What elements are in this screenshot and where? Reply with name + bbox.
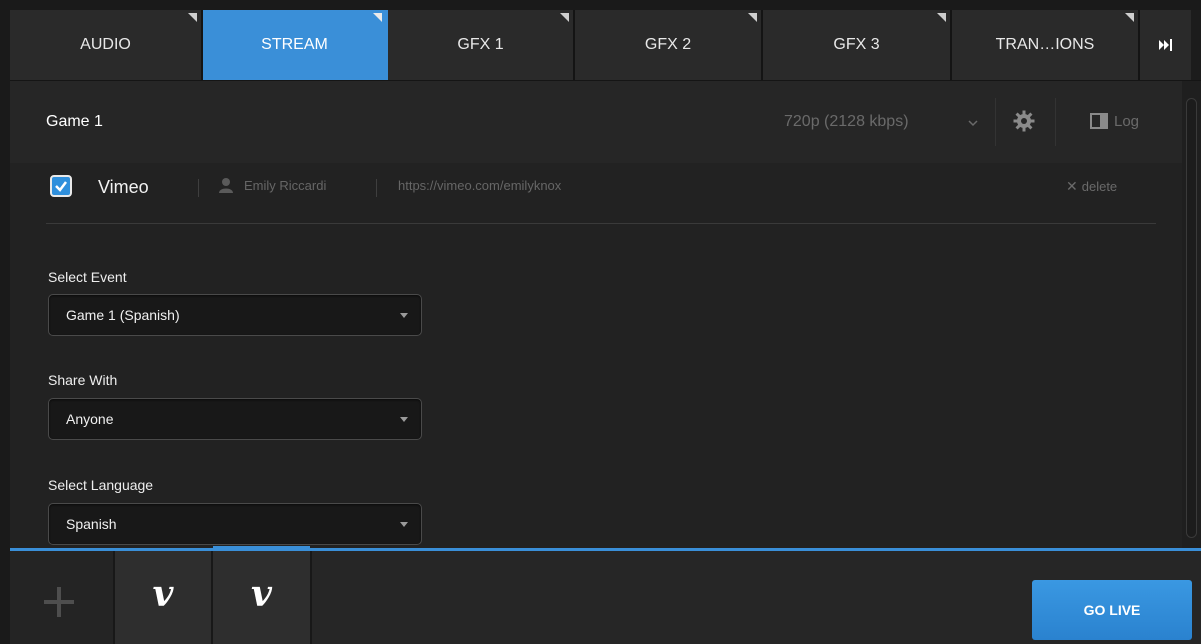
add-destination-button[interactable] [10, 551, 115, 644]
tab-label: STREAM [261, 36, 328, 53]
delete-label: delete [1081, 179, 1118, 194]
tab-gfx-1[interactable]: GFX 1 [388, 10, 575, 80]
delete-button[interactable]: ✕ delete [1066, 178, 1117, 195]
stream-panel: AUDIO STREAM GFX 1 GFX 2 GFX 3 TRAN…IONS [10, 10, 1201, 644]
log-panel-icon[interactable] [1090, 113, 1108, 129]
enable-checkbox[interactable] [50, 175, 72, 197]
vimeo-logo-icon: v [152, 573, 174, 615]
tab-scroll-button[interactable] [1140, 10, 1191, 80]
chevron-down-icon [400, 417, 408, 422]
close-icon: ✕ [1066, 178, 1078, 194]
service-row: Vimeo Emily Riccardi https://vimeo.com/e… [46, 163, 1156, 224]
vimeo-logo-icon: v [251, 573, 272, 615]
destination-vimeo-2[interactable]: v [213, 546, 312, 644]
event-select[interactable]: Game 1 (Spanish) [48, 294, 422, 336]
stream-header: Game 1 720p (2128 kbps) Log [10, 81, 1182, 163]
tab-label: GFX 2 [644, 36, 692, 53]
service-name: Vimeo [98, 177, 149, 197]
skip-forward-icon [1158, 39, 1172, 51]
tab-bar: AUDIO STREAM GFX 1 GFX 2 GFX 3 TRAN…IONS [10, 10, 1201, 81]
divider [198, 179, 199, 197]
share-with-select[interactable]: Anyone [48, 398, 422, 440]
tab-corner-icon [937, 13, 946, 22]
tab-corner-icon [188, 13, 197, 22]
active-indicator [213, 546, 310, 551]
divider [995, 98, 996, 146]
tab-transitions[interactable]: TRAN…IONS [952, 10, 1140, 80]
user-icon [219, 178, 233, 193]
stream-settings: Vimeo Emily Riccardi https://vimeo.com/e… [10, 163, 1182, 548]
language-select[interactable]: Spanish [48, 503, 422, 545]
destination-vimeo-1[interactable]: v [115, 551, 213, 644]
tab-label: AUDIO [80, 36, 131, 53]
tab-label: TRAN…IONS [995, 36, 1095, 53]
tab-corner-icon [1125, 13, 1134, 22]
checkmark-icon [55, 181, 67, 192]
channel-url[interactable]: https://vimeo.com/emilyknox [398, 178, 561, 193]
share-with-value: Anyone [66, 411, 114, 427]
tab-corner-icon [748, 13, 757, 22]
tab-corner-icon [373, 13, 382, 22]
tab-label: GFX 3 [833, 36, 880, 53]
page-title: Game 1 [46, 113, 103, 130]
share-with-label: Share With [48, 372, 118, 388]
chevron-down-icon [400, 313, 408, 318]
tab-stream[interactable]: STREAM [203, 10, 388, 80]
tab-gfx-3[interactable]: GFX 3 [763, 10, 952, 80]
resolution-select[interactable]: 720p (2128 kbps) [784, 113, 909, 131]
tab-corner-icon [560, 13, 569, 22]
gear-icon[interactable] [1012, 109, 1036, 133]
scrollbar-thumb[interactable] [1186, 98, 1197, 538]
divider [1055, 98, 1056, 146]
chevron-down-icon[interactable] [968, 119, 978, 127]
select-language-label: Select Language [48, 477, 154, 493]
language-select-value: Spanish [66, 516, 117, 532]
log-button[interactable]: Log [1114, 113, 1139, 130]
tab-gfx-2[interactable]: GFX 2 [575, 10, 763, 80]
account-name: Emily Riccardi [244, 178, 327, 193]
select-event-label: Select Event [48, 269, 127, 285]
event-select-value: Game 1 (Spanish) [66, 307, 180, 323]
plus-icon [44, 587, 74, 617]
divider [376, 179, 377, 197]
tab-label: GFX 1 [457, 36, 504, 53]
chevron-down-icon [400, 522, 408, 527]
destination-bar: v v GO LIVE [10, 546, 1201, 644]
go-live-button[interactable]: GO LIVE [1032, 580, 1192, 640]
tab-audio[interactable]: AUDIO [10, 10, 203, 80]
